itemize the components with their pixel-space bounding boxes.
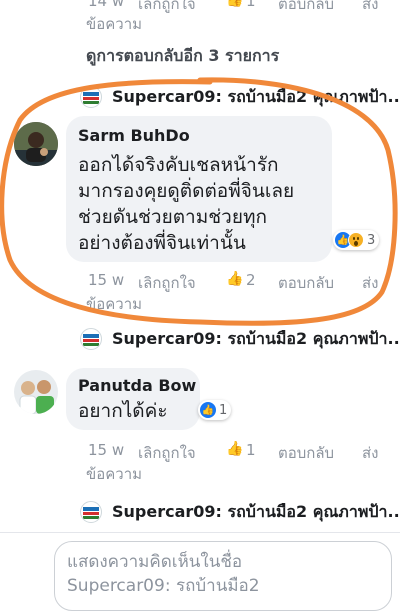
reaction-count: 3	[367, 232, 376, 248]
comment-line: มากรองคุยดูติ่ดต่อพี่จินเลย	[78, 180, 295, 202]
like-icon: 👍	[226, 441, 244, 457]
page-logo-icon	[80, 328, 102, 350]
share-button-wrap[interactable]: ข้อความ	[86, 292, 142, 316]
unlike-button[interactable]: เลิกถูกใจ	[138, 271, 196, 295]
share-button-wrap[interactable]: ข้อความ	[86, 462, 142, 486]
share-button[interactable]: ส่ง	[362, 441, 378, 465]
reply-preview-text: Supercar09: รถบ้านมือ2 คุณภาพป้า...	[112, 501, 400, 521]
comment-actions: 15 w เลิกถูกใจ 👍 1 ตอบกลับ ส่ง	[86, 441, 396, 462]
share-button-wrap[interactable]: ข้อความ	[86, 12, 142, 36]
comment-bubble: Panutda Bow อยากได้ค่ะ	[66, 368, 200, 430]
reply-preview-text: Supercar09: รถบ้านมือ2 คุณภาพป้า...	[112, 328, 400, 348]
reply-button[interactable]: ตอบกลับ	[278, 441, 334, 465]
reaction-count: 1	[219, 402, 228, 418]
composer-divider	[0, 532, 400, 533]
page-logo-icon	[80, 86, 102, 108]
comment-line: อย่างต้องพี่จินเท่านั้น	[78, 232, 246, 254]
comment-author[interactable]: Sarm BuhDo	[78, 126, 190, 145]
like-icon: 👍	[226, 271, 244, 287]
avatar-photo-icon	[14, 370, 58, 414]
reply-button[interactable]: ตอบกลับ	[278, 0, 334, 16]
reply-preview[interactable]: Supercar09: รถบ้านมือ2 คุณภาพป้า...	[80, 500, 400, 524]
like-count: 1	[246, 0, 256, 10]
share-button[interactable]: ส่ง	[362, 271, 378, 295]
reply-button[interactable]: ตอบกลับ	[278, 271, 334, 295]
comment-bubble: Sarm BuhDo ออกได้จริงคับเชลหน้ารัก มากรอ…	[66, 116, 332, 262]
comment-author[interactable]: Panutda Bow	[78, 376, 196, 395]
reply-preview-text: Supercar09: รถบ้านมือ2 คุณภาพป้า...	[112, 86, 400, 106]
like-icon: 👍	[226, 0, 244, 8]
reply-preview[interactable]: Supercar09: รถบ้านมือ2 คุณภาพป้า...	[80, 327, 400, 351]
like-reaction-icon: 👍	[200, 402, 216, 418]
view-more-replies-link[interactable]: ดูการตอบกลับอีก 3 รายการ	[86, 44, 279, 69]
like-count: 1	[246, 441, 256, 459]
comment-composer-input[interactable]: แสดงความคิดเห็นในชื่อ Supercar09: รถบ้าน…	[54, 541, 392, 611]
avatar[interactable]	[14, 122, 58, 166]
share-button[interactable]: ส่ง	[362, 0, 378, 16]
page-logo-icon	[80, 501, 102, 523]
wow-reaction-icon	[348, 232, 364, 248]
composer-placeholder-line: แสดงความคิดเห็นในชื่อ	[67, 552, 243, 572]
timestamp: 15 w	[88, 271, 125, 289]
reply-preview[interactable]: Supercar09: รถบ้านมือ2 คุณภาพป้า...	[80, 85, 400, 109]
comment-line: ออกได้จริงคับเชลหน้ารัก	[78, 154, 279, 176]
reaction-summary[interactable]: 👍 1	[198, 400, 232, 420]
timestamp: 14 w	[88, 0, 125, 10]
unlike-button[interactable]: เลิกถูกใจ	[138, 441, 196, 465]
timestamp: 15 w	[88, 441, 125, 459]
avatar-photo-icon	[14, 122, 58, 166]
unlike-button[interactable]: เลิกถูกใจ	[138, 0, 196, 16]
like-count: 2	[246, 271, 256, 289]
avatar[interactable]	[14, 370, 58, 414]
comment-actions: 15 w เลิกถูกใจ 👍 2 ตอบกลับ ส่ง	[86, 271, 396, 292]
comment-text: ออกได้จริงคับเชลหน้ารัก มากรองคุยดูติ่ดต…	[78, 152, 338, 256]
comment-text: อยากได้ค่ะ	[78, 400, 168, 422]
comment-line: ช่วยดันช่วยตามช่วยทุก	[78, 206, 267, 228]
reaction-summary[interactable]: 👍 3	[333, 230, 380, 250]
composer-placeholder-line: Supercar09: รถบ้านมือ2	[67, 576, 260, 596]
prev-comment-actions: 14 w เลิกถูกใจ 👍 1 ตอบกลับ ส่ง	[86, 0, 396, 13]
